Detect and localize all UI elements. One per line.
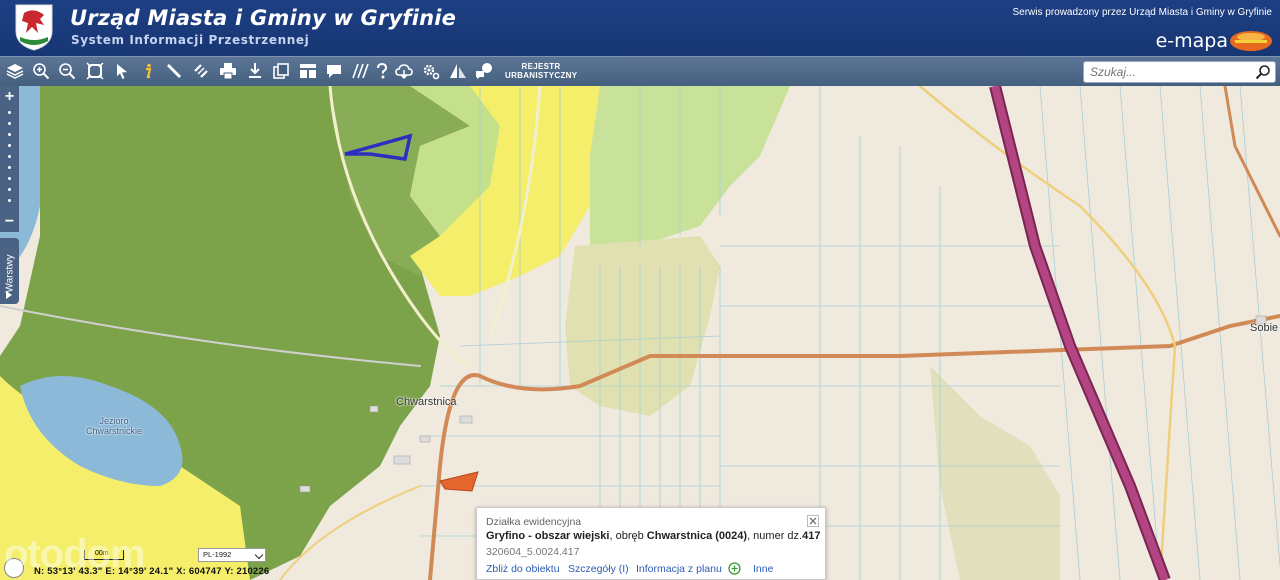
zoom-step[interactable] [8,133,11,136]
page-title: Urząd Miasta i Gminy w Gryfinie [70,6,457,30]
coat-of-arms-logo [15,4,53,51]
parcel-number: 417 [802,530,821,542]
details-link[interactable]: Szczegóły (I) [568,563,629,575]
crs-select[interactable]: PL-1992 [198,548,266,562]
plus-circle-icon[interactable] [728,562,741,575]
lake-label-line2: Chwarstnickie [86,426,143,436]
rejestr-label-line2: URBANISTYCZNY [505,71,578,80]
link-icon[interactable] [191,61,211,81]
page-subtitle: System Informacji Przestrzennej [71,33,310,47]
measure-icon[interactable] [164,61,184,81]
parcel-description: Gryfino - obszar wiejski, obręb Chwarstn… [486,530,820,542]
crs-value: PL-1992 [203,550,232,559]
map-graphics [0,86,1280,580]
watermark: otodom [4,532,146,576]
zoom-step[interactable] [8,111,11,114]
layers-panel-tab[interactable]: Warstwy [0,238,19,304]
layers-icon[interactable] [5,61,25,81]
lake-label-line1: Jezioro [99,416,129,426]
cloud-icon[interactable] [394,61,414,81]
parcel-id: 320604_5.0024.417 [486,546,580,558]
zoom-step[interactable] [8,144,11,147]
zoom-step[interactable] [8,199,11,202]
parcel-place: Gryfino - obszar wiejski [486,530,610,542]
zoom-step[interactable] [8,166,11,169]
header: Urząd Miasta i Gminy w Gryfinie System I… [0,0,1280,56]
lake-label: Jezioro Chwarstnickie [86,416,142,436]
popup-title: Działka ewidencyjna [486,516,582,528]
rejestr-label-line1: REJESTR [521,62,561,71]
search-box [1083,61,1276,83]
chevron-down-icon [254,550,264,560]
other-link[interactable]: Inne [753,563,773,575]
plan-info-link[interactable]: Informacja z planu [636,563,722,575]
zoom-out-icon[interactable] [57,61,77,81]
parcel-text-numer: , numer dz. [747,530,803,542]
terrain-icon[interactable] [448,61,468,81]
parcel-info-popup: Działka ewidencyjna Gryfino - obszar wie… [476,507,826,580]
download-icon[interactable] [245,61,265,81]
search-input[interactable] [1090,64,1250,80]
settings-icon[interactable] [421,61,441,81]
copy-icon[interactable] [271,61,291,81]
rejestr-urbanistyczny-button[interactable]: REJESTR URBANISTYCZNY [505,62,577,80]
zoom-step[interactable] [8,177,11,180]
zoom-minus-button[interactable]: − [2,214,17,230]
layers-tab-label: Warstwy [4,254,16,293]
map-canvas[interactable]: Chwarstnica Jezioro Chwarstnickie Sobie … [0,86,1280,580]
zoom-to-object-link[interactable]: Zbliż do obiektu [486,563,560,575]
zoom-step[interactable] [8,188,11,191]
hatch-icon[interactable] [350,61,370,81]
info-icon[interactable] [138,61,158,81]
parcel-text-obreb: , obręb [609,530,647,542]
edge-town-label: Sobie [1250,322,1279,334]
emapa-logo [1230,31,1272,51]
print-icon[interactable] [218,61,238,81]
toolbar: REJESTR URBANISTYCZNY [0,56,1280,86]
pointer-icon[interactable] [112,61,132,81]
emapa-brand[interactable]: e-mapa [1156,30,1228,52]
help-icon[interactable] [372,61,392,81]
zoom-step[interactable] [8,122,11,125]
expand-arrow-icon [6,291,12,299]
comment-icon[interactable] [324,61,344,81]
parcel-obreb: Chwarstnica (0024) [646,530,748,542]
search-icon[interactable] [1255,64,1271,80]
village-label: Chwarstnica [396,396,457,408]
service-provider-text: Serwis prowadzony przez Urząd Miasta i G… [1012,7,1272,18]
zoom-slider[interactable]: + − [0,86,19,232]
zoom-plus-button[interactable]: + [2,89,17,105]
zoom-extent-icon[interactable] [85,61,105,81]
chat-icon[interactable] [474,61,494,81]
zoom-in-icon[interactable] [31,61,51,81]
zoom-step[interactable] [8,155,11,158]
layout-icon[interactable] [298,61,318,81]
close-icon[interactable] [807,515,819,527]
